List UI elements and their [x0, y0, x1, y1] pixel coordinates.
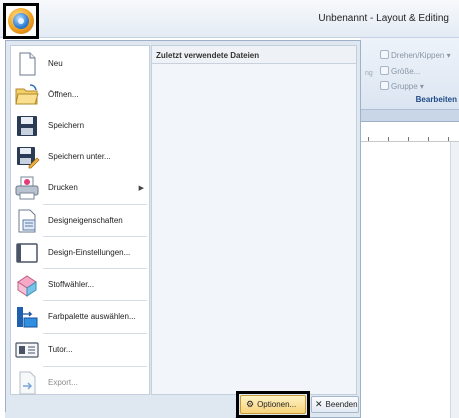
open-folder-icon — [15, 83, 39, 104]
ribbon-group-label: Bearbeiten — [415, 95, 457, 104]
application-menu: Neu Öffnen... Speichern Speichern unter.… — [5, 40, 361, 418]
options-button-highlight: ⚙ Optionen... — [236, 391, 310, 418]
gear-icon: ⚙ — [246, 399, 255, 409]
ribbon: Drehen/Kippen ▾ ng Größe... Gruppe ▾ Bea… — [360, 38, 459, 110]
ribbon-partial-label: ng — [365, 70, 373, 77]
application-logo-icon — [8, 8, 34, 34]
recent-files-header: Zuletzt verwendete Dateien — [152, 46, 356, 64]
new-document-icon — [19, 52, 36, 75]
resize-icon — [380, 66, 389, 75]
submenu-arrow-icon: ▶ — [138, 184, 144, 192]
menu-item-design-settings[interactable]: Design-Einstellungen... — [11, 237, 149, 268]
window-title: Unbenannt - Layout & Editing — [318, 13, 449, 24]
save-as-icon — [17, 146, 40, 168]
menu-item-save-as[interactable]: Speichern unter... — [11, 141, 149, 172]
menu-item-new[interactable]: Neu — [11, 48, 149, 79]
menu-footer — [5, 412, 235, 418]
rotate-icon — [380, 50, 389, 59]
design-canvas[interactable] — [360, 142, 459, 418]
ruler — [360, 122, 459, 142]
menu-item-open[interactable]: Öffnen... — [11, 79, 149, 110]
ribbon-group-button[interactable]: Gruppe ▾ — [380, 81, 424, 91]
design-settings-icon — [16, 242, 38, 263]
recent-files-panel: Zuletzt verwendete Dateien — [151, 45, 357, 395]
options-button[interactable]: ⚙ Optionen... — [240, 395, 306, 414]
exit-button[interactable]: ✕ Beenden — [311, 396, 359, 413]
color-palette-icon — [17, 306, 38, 327]
menu-item-design-properties[interactable]: Designeigenschaften — [11, 205, 149, 236]
vertical-scrollbar[interactable] — [450, 142, 459, 418]
title-bar: Unbenannt - Layout & Editing — [0, 0, 459, 38]
menu-item-export[interactable]: Export... — [11, 367, 149, 398]
design-properties-icon — [18, 209, 36, 232]
tutor-icon — [15, 341, 39, 358]
menu-item-print[interactable]: Drucken ▶ — [11, 172, 149, 203]
printer-icon — [15, 176, 39, 199]
ribbon-size-button[interactable]: Größe... — [380, 66, 420, 76]
ribbon-rotate-flip-button[interactable]: Drehen/Kippen ▾ — [380, 50, 451, 60]
menu-item-fabric-selector[interactable]: Stoffwähler... — [11, 269, 149, 300]
export-icon — [19, 371, 36, 394]
menu-item-tutor[interactable]: Tutor... — [11, 334, 149, 365]
menu-commands: Neu Öffnen... Speichern Speichern unter.… — [10, 45, 150, 395]
tab-strip — [360, 110, 459, 122]
save-disk-icon — [17, 115, 37, 136]
menu-item-color-palette[interactable]: Farbpalette auswählen... — [11, 301, 149, 332]
close-icon: ✕ — [315, 399, 323, 409]
menu-item-save[interactable]: Speichern — [11, 110, 149, 141]
group-icon — [380, 81, 389, 90]
application-button[interactable] — [3, 3, 39, 39]
fabric-selector-icon — [17, 274, 37, 297]
